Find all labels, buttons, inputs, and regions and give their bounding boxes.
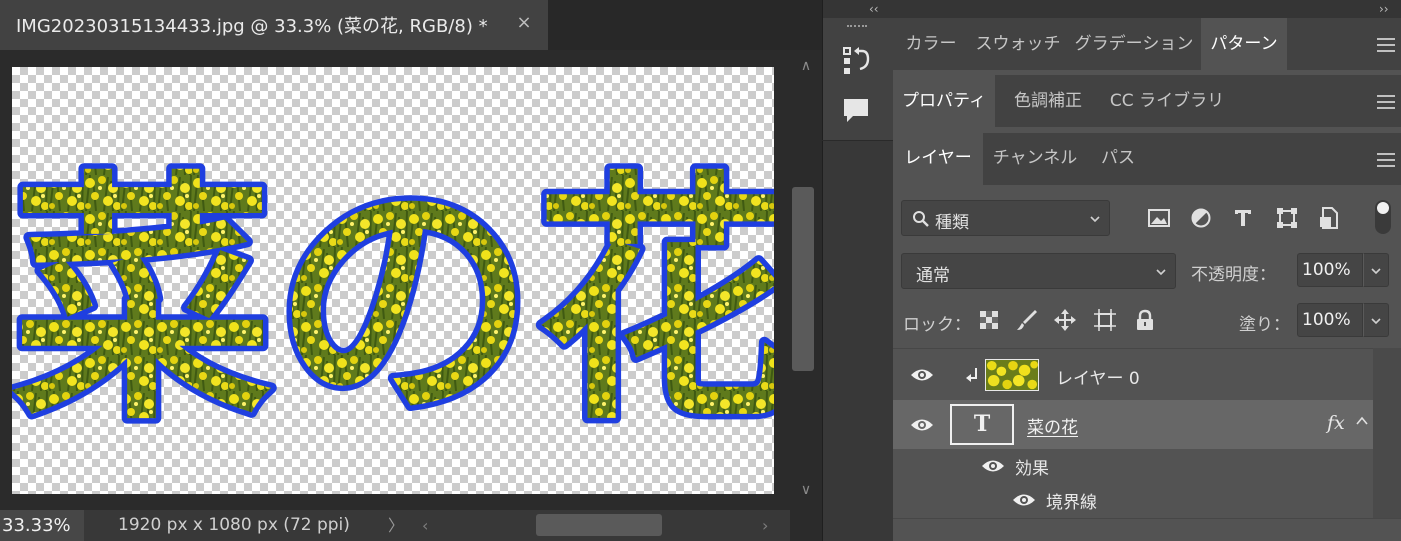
document-info: 1920 px x 1080 px (72 ppi) bbox=[118, 515, 350, 535]
chevron-down-icon bbox=[1371, 318, 1381, 325]
canvas-pasteboard: 菜の花 bbox=[0, 50, 790, 510]
fx-icon[interactable]: fx bbox=[1327, 412, 1345, 434]
filter-pixel-layers-icon[interactable] bbox=[1147, 206, 1171, 230]
panels-column: ›› カラー スウォッチ グラデーション パターン プロパティ 色調補正 CC … bbox=[893, 0, 1401, 541]
opacity-input[interactable]: 100% bbox=[1297, 253, 1363, 287]
eye-visibility-icon[interactable] bbox=[910, 367, 934, 383]
expand-panels-icon[interactable]: ›› bbox=[1379, 0, 1397, 18]
chevron-down-icon bbox=[1371, 268, 1381, 275]
tab-channels[interactable]: チャンネル bbox=[985, 133, 1085, 185]
eye-visibility-icon[interactable] bbox=[910, 417, 934, 433]
canvas[interactable]: 菜の花 bbox=[12, 67, 774, 494]
panel-menu-icon[interactable] bbox=[1377, 95, 1395, 109]
effects-row[interactable]: 効果 bbox=[893, 449, 1373, 483]
stroke-effect-label: 境界線 bbox=[1046, 493, 1097, 513]
canvas-text-layer: 菜の花 bbox=[12, 150, 774, 455]
layers-scrollbar[interactable] bbox=[1373, 348, 1401, 518]
layer-thumbnail bbox=[985, 359, 1039, 391]
zoom-level-field[interactable]: 33.33% bbox=[0, 510, 84, 541]
close-tab-icon[interactable]: × bbox=[515, 12, 533, 34]
filter-type-layers-icon[interactable] bbox=[1231, 206, 1255, 230]
history-panel-icon[interactable] bbox=[840, 45, 872, 77]
scroll-down-icon[interactable]: ∨ bbox=[797, 482, 815, 500]
stroke-effect-row[interactable]: 境界線 bbox=[893, 483, 1373, 517]
filter-adjustment-layers-icon[interactable] bbox=[1189, 206, 1213, 230]
eye-visibility-icon[interactable] bbox=[981, 458, 1005, 474]
dock-grip-handle[interactable] bbox=[847, 25, 867, 31]
clipping-mask-arrow-icon bbox=[966, 368, 977, 382]
layer-row[interactable]: レイヤー 0 bbox=[893, 349, 1373, 400]
comments-panel-icon[interactable] bbox=[841, 96, 871, 126]
layers-panel-footer bbox=[893, 518, 1401, 541]
lock-label: ロック： bbox=[903, 315, 971, 335]
layer-filter-select[interactable]: 種類 bbox=[901, 200, 1110, 236]
type-icon: T bbox=[973, 411, 991, 437]
chevron-down-icon bbox=[1090, 216, 1100, 223]
document-tab-title: IMG20230315134433.jpg @ 33.3% (菜の花, RGB/… bbox=[16, 16, 488, 37]
layer-name[interactable]: レイヤー 0 bbox=[1056, 364, 1140, 389]
panel-menu-icon[interactable] bbox=[1377, 38, 1395, 52]
properties-panel-tabs: プロパティ 色調補正 CC ライブラリ bbox=[893, 75, 1401, 127]
status-bar: 33.33% 1920 px x 1080 px (72 ppi) 〉 ‹ › bbox=[0, 510, 790, 541]
scroll-left-icon[interactable]: ‹ bbox=[422, 510, 436, 541]
tab-swatches[interactable]: スウォッチ bbox=[971, 18, 1065, 70]
document-tab-bar: IMG20230315134433.jpg @ 33.3% (菜の花, RGB/… bbox=[0, 0, 822, 50]
tab-paths[interactable]: パス bbox=[1087, 133, 1149, 185]
tab-properties[interactable]: プロパティ bbox=[893, 75, 995, 127]
fill-dropdown[interactable] bbox=[1363, 303, 1389, 337]
tab-layers[interactable]: レイヤー bbox=[893, 133, 983, 185]
vertical-scrollbar[interactable]: ∧ ∨ bbox=[790, 50, 822, 510]
dock-header: ‹‹ bbox=[823, 0, 893, 18]
lock-transparent-pixels-icon[interactable] bbox=[977, 308, 1001, 332]
chevron-up-icon[interactable] bbox=[1355, 414, 1369, 428]
lock-position-icon[interactable] bbox=[1053, 308, 1077, 332]
blend-mode-select[interactable]: 通常 bbox=[901, 253, 1176, 289]
filter-smart-objects-icon[interactable] bbox=[1317, 206, 1341, 230]
swatches-panel-tabs: カラー スウォッチ グラデーション パターン bbox=[893, 18, 1401, 70]
status-menu-arrow-icon[interactable]: 〉 bbox=[388, 510, 404, 541]
blend-mode-value: 通常 bbox=[916, 266, 950, 286]
chevron-down-icon bbox=[1156, 269, 1166, 276]
layer-filter-label: 種類 bbox=[935, 213, 969, 233]
toggle-knob bbox=[1377, 202, 1389, 214]
scroll-up-icon[interactable]: ∧ bbox=[797, 58, 815, 76]
fill-input[interactable]: 100% bbox=[1297, 303, 1363, 337]
panel-menu-icon[interactable] bbox=[1377, 153, 1395, 167]
document-tab[interactable]: IMG20230315134433.jpg @ 33.3% (菜の花, RGB/… bbox=[0, 0, 548, 50]
horizontal-scroll-thumb[interactable] bbox=[536, 514, 662, 536]
tab-color[interactable]: カラー bbox=[893, 18, 969, 70]
scroll-right-icon[interactable]: › bbox=[762, 510, 776, 541]
tab-cc-libraries[interactable]: CC ライブラリ bbox=[1101, 75, 1233, 127]
opacity-label: 不透明度： bbox=[1191, 265, 1276, 285]
lock-image-pixels-icon[interactable] bbox=[1015, 308, 1039, 332]
collapse-dock-icon[interactable]: ‹‹ bbox=[869, 0, 887, 18]
tab-patterns[interactable]: パターン bbox=[1201, 18, 1287, 70]
layers-panel-tabs: レイヤー チャンネル パス bbox=[893, 133, 1401, 185]
scroll-corner bbox=[790, 510, 822, 541]
dock-empty-area bbox=[823, 141, 893, 541]
text-layer-thumbnail: T bbox=[950, 404, 1014, 445]
eye-visibility-icon[interactable] bbox=[1012, 492, 1036, 508]
filter-shape-layers-icon[interactable] bbox=[1275, 206, 1299, 230]
opacity-dropdown[interactable] bbox=[1363, 253, 1389, 287]
document-area: IMG20230315134433.jpg @ 33.3% (菜の花, RGB/… bbox=[0, 0, 822, 541]
search-icon bbox=[913, 211, 929, 227]
tab-adjustments[interactable]: 色調補正 bbox=[999, 75, 1097, 127]
vertical-scroll-thumb[interactable] bbox=[792, 187, 814, 371]
layer-name[interactable]: 菜の花 bbox=[1027, 413, 1078, 438]
lock-artboard-icon[interactable] bbox=[1093, 308, 1117, 332]
layer-row-selected[interactable]: T 菜の花 fx bbox=[893, 400, 1373, 449]
effects-label: 効果 bbox=[1015, 459, 1049, 479]
panels-header: ›› bbox=[893, 0, 1401, 18]
tab-gradients[interactable]: グラデーション bbox=[1069, 18, 1199, 70]
lock-all-icon[interactable] bbox=[1133, 308, 1157, 332]
layers-list: レイヤー 0 T 菜の花 fx 効果 境界線 bbox=[893, 348, 1373, 518]
filter-toggle-switch[interactable] bbox=[1375, 200, 1391, 234]
fill-label: 塗り： bbox=[1239, 315, 1290, 335]
canvas-artwork: 菜の花 bbox=[12, 145, 774, 461]
